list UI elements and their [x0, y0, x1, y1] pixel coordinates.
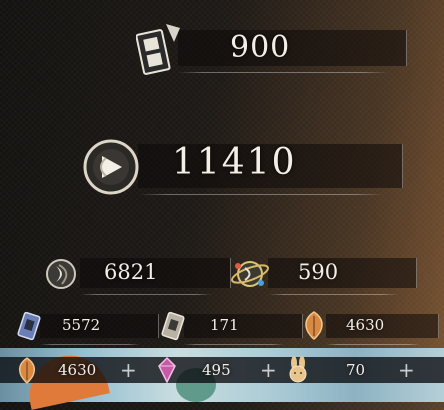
ringed-planet-count: 590 [298, 260, 339, 284]
amber-leaf-icon [305, 311, 323, 340]
pink-gem-count: 495 [202, 361, 231, 379]
film-ticket-icon [136, 24, 180, 75]
film-ticket-plate [178, 30, 407, 73]
add-amber-leaf-button[interactable]: + [120, 360, 137, 380]
add-pink-gem-button[interactable]: + [260, 360, 277, 380]
silver-tape-plate [184, 314, 303, 345]
amber-leaf-icon [19, 357, 35, 384]
silver-tape-icon [161, 311, 185, 341]
amber-leaf-count: 4630 [58, 361, 97, 379]
film-ticket-count: 900 [230, 30, 291, 65]
blue-tape-icon [17, 311, 41, 341]
bunny-token-icon [289, 356, 307, 383]
crescent-moon-count: 6821 [104, 260, 158, 284]
pink-gem-icon [158, 356, 176, 384]
silver-tape-count: 171 [210, 316, 239, 334]
add-bunny-token-button[interactable]: + [398, 360, 415, 380]
crescent-moon-icon [46, 259, 76, 289]
astral-orb-count: 11410 [172, 142, 297, 183]
blue-tape-count: 5572 [62, 316, 101, 334]
bunny-token-count: 70 [346, 361, 366, 379]
ringed-planet-icon [231, 261, 269, 287]
astral-orb-icon [83, 139, 139, 195]
amber-leaf-count: 4630 [346, 316, 385, 334]
ringed-planet-plate [268, 258, 417, 295]
